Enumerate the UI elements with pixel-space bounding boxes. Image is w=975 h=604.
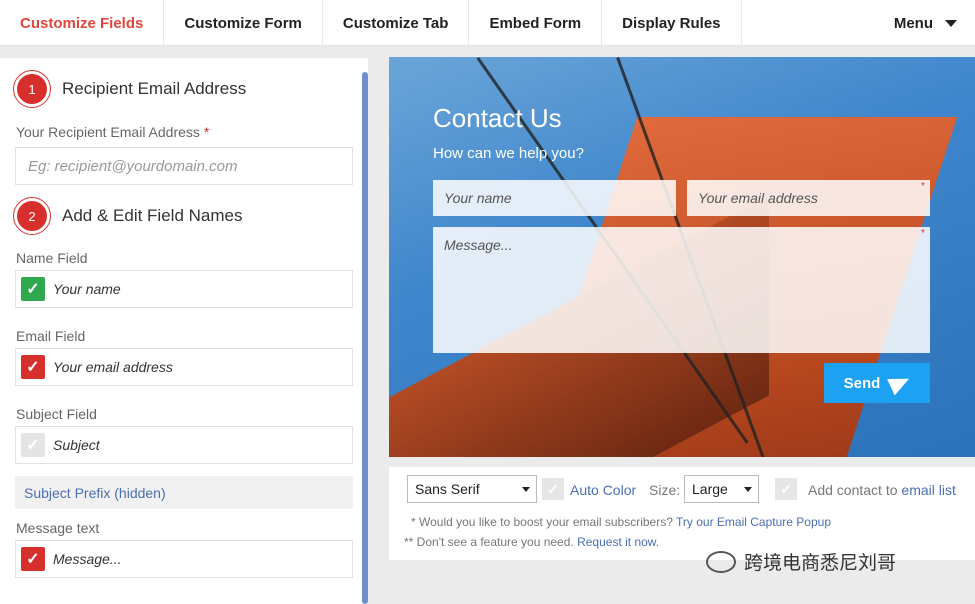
size-label: Size:	[649, 482, 681, 498]
preview-message-textarea[interactable]: Message...	[433, 227, 930, 353]
step-title: Recipient Email Address	[62, 79, 247, 98]
send-button[interactable]: Send	[824, 363, 930, 403]
subject-prefix-link[interactable]: Subject Prefix (hidden)	[15, 476, 353, 509]
recipient-email-input[interactable]: Eg: recipient@yourdomain.com	[15, 147, 353, 185]
tab-customize-tab[interactable]: Customize Tab	[323, 0, 470, 46]
send-label: Send	[843, 374, 881, 392]
chevron-down-icon	[522, 487, 530, 492]
tab-embed-form[interactable]: Embed Form	[469, 0, 603, 46]
size-select-value: Large	[692, 481, 728, 497]
step-badge: 2	[14, 198, 50, 234]
note-text: * Would you like to boost your email sub…	[411, 515, 677, 529]
tab-customize-fields[interactable]: Customize Fields	[0, 0, 165, 46]
subject-field-row: ✓ Subject	[15, 426, 353, 464]
required-mark: *	[203, 124, 210, 140]
message-field-checkbox[interactable]: ✓	[21, 547, 45, 571]
subject-field-checkbox[interactable]: ✓	[21, 433, 45, 457]
add-contact-text: Add contact to	[808, 482, 902, 498]
note-text: ** Don't see a feature you need.	[404, 535, 578, 549]
preview-options: Sans Serif ✓ Auto Color Size: Large ✓ Ad…	[389, 467, 975, 560]
step-2-header: 2 Add & Edit Field Names	[14, 198, 242, 234]
size-select[interactable]: Large	[684, 475, 759, 503]
recipient-email-label: Your Recipient Email Address *	[16, 124, 209, 140]
tab-customize-form[interactable]: Customize Form	[164, 0, 323, 46]
menu-button[interactable]: Menu	[874, 0, 975, 46]
settings-scrollbar[interactable]	[362, 72, 368, 604]
step-1-header: 1 Recipient Email Address	[14, 71, 246, 107]
top-nav: Customize Fields Customize Form Customiz…	[0, 0, 975, 46]
capture-popup-link[interactable]: Try our Email Capture Popup	[676, 515, 831, 529]
chevron-down-icon	[744, 487, 752, 492]
auto-color-label: Auto Color	[570, 482, 637, 498]
message-field-input[interactable]: Message...	[53, 551, 121, 567]
preview-subtitle: How can we help you?	[433, 145, 584, 162]
watermark-text: 跨境电商悉尼刘哥	[744, 553, 897, 574]
request-feature-link[interactable]: Request it now.	[577, 535, 659, 549]
preview-title: Contact Us	[433, 103, 562, 133]
add-contact-label: Add contact to email list	[808, 482, 956, 498]
message-field-label: Message text	[16, 520, 100, 536]
menu-label: Menu	[893, 14, 933, 32]
wechat-icon	[706, 550, 736, 573]
preview-name-input[interactable]: Your name	[433, 180, 676, 216]
tab-display-rules[interactable]: Display Rules	[602, 0, 742, 46]
email-field-row: ✓ Your email address	[15, 348, 353, 386]
message-field-row: ✓ Message...	[15, 540, 353, 578]
recipient-label-text: Your Recipient Email Address	[16, 124, 200, 140]
font-select[interactable]: Sans Serif	[407, 475, 537, 503]
chevron-down-icon	[945, 19, 957, 27]
preview-email-input[interactable]: Your email address	[687, 180, 930, 216]
email-field-checkbox[interactable]: ✓	[21, 355, 45, 379]
name-field-row: ✓ Your name	[15, 270, 353, 308]
note-capture-popup: * Would you like to boost your email sub…	[411, 515, 831, 529]
required-mark: *	[921, 181, 925, 192]
paper-plane-icon	[887, 370, 914, 396]
font-select-value: Sans Serif	[415, 481, 480, 497]
email-field-label: Email Field	[16, 328, 86, 344]
note-request-feature: ** Don't see a feature you need. Request…	[404, 535, 659, 549]
form-preview: Contact Us How can we help you? Your nam…	[389, 57, 975, 457]
watermark: 跨境电商悉尼刘哥	[706, 548, 896, 575]
required-mark: *	[921, 228, 925, 239]
name-field-input[interactable]: Your name	[53, 281, 121, 297]
step-badge: 1	[14, 71, 50, 107]
subject-field-input[interactable]: Subject	[53, 437, 100, 453]
add-contact-checkbox[interactable]: ✓	[775, 478, 797, 500]
auto-color-checkbox[interactable]: ✓	[542, 478, 564, 500]
step-title: Add & Edit Field Names	[62, 206, 243, 225]
name-field-checkbox[interactable]: ✓	[21, 277, 45, 301]
email-field-input[interactable]: Your email address	[53, 359, 173, 375]
name-field-label: Name Field	[16, 250, 88, 266]
email-list-link[interactable]: email list	[901, 482, 955, 498]
subject-field-label: Subject Field	[16, 406, 97, 422]
